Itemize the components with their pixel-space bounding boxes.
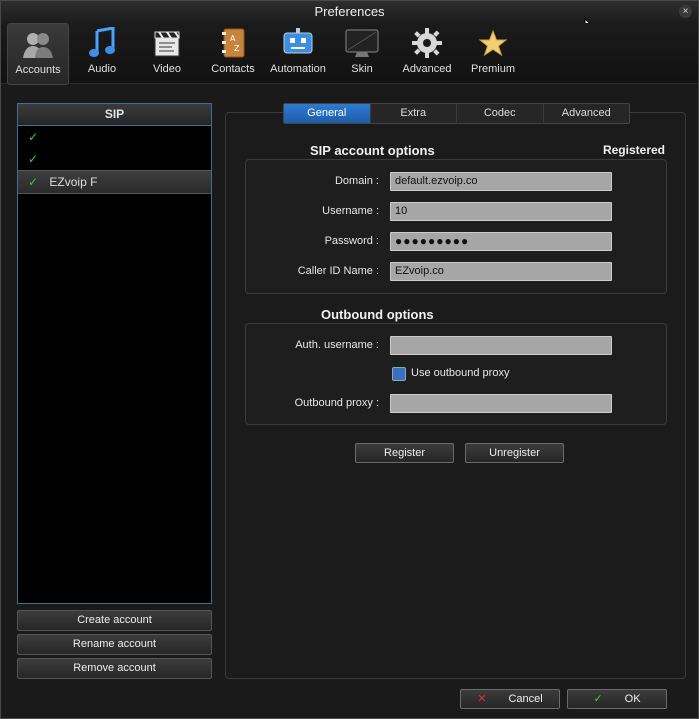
- svg-text:Z: Z: [234, 44, 240, 53]
- toolbar-label: Automation: [270, 63, 326, 75]
- auth-username-label: Auth. username :: [295, 339, 379, 351]
- username-label: Username :: [322, 205, 379, 217]
- accounts-list-panel: SIP ✓ ✓ ✓ EZvoip F: [17, 103, 212, 604]
- tab-general[interactable]: General: [284, 104, 371, 123]
- account-item-selected[interactable]: ✓ EZvoip F: [18, 170, 211, 194]
- accounts-icon: [23, 33, 53, 58]
- svg-text:A: A: [230, 34, 236, 43]
- address-book-icon: A Z: [222, 28, 245, 58]
- accounts-list-header: SIP: [18, 104, 211, 126]
- account-name: EZvoip F: [49, 175, 98, 189]
- check-icon: ✓: [28, 130, 39, 144]
- toolbar-label: Premium: [470, 63, 515, 75]
- use-outbound-proxy-checkbox[interactable]: [392, 367, 406, 381]
- cancel-button[interactable]: ✕ Cancel: [460, 689, 560, 709]
- cancel-label: Cancel: [508, 693, 543, 705]
- gear-icon: [412, 28, 442, 58]
- toolbar-label: Contacts: [211, 63, 255, 75]
- toolbar-accounts[interactable]: Accounts: [7, 23, 69, 85]
- toolbar-automation[interactable]: Automation: [267, 23, 329, 83]
- clapperboard-icon: [154, 31, 180, 57]
- toolbar-label: Audio: [87, 63, 117, 75]
- account-item[interactable]: ✓: [18, 148, 211, 170]
- star-icon: [478, 29, 508, 57]
- preferences-window: Preferences × Accounts Audio Video A Z C…: [0, 0, 699, 719]
- username-field[interactable]: 10: [390, 202, 612, 221]
- music-note-icon: [89, 27, 115, 57]
- toolbar-premium[interactable]: Premium: [467, 23, 519, 83]
- account-item[interactable]: ✓: [18, 126, 211, 148]
- unregister-button[interactable]: Unregister: [465, 443, 564, 463]
- outbound-proxy-label: Outbound proxy :: [294, 397, 379, 409]
- close-icon[interactable]: ×: [679, 5, 692, 18]
- robot-icon: [283, 28, 313, 54]
- window-title: Preferences: [314, 4, 385, 19]
- use-outbound-proxy-label: Use outbound proxy: [411, 367, 510, 379]
- password-field[interactable]: ●●●●●●●●●: [390, 232, 612, 251]
- tab-advanced[interactable]: Advanced: [544, 104, 630, 123]
- toolbar-label: Accounts: [15, 64, 61, 76]
- domain-label: Domain :: [334, 175, 379, 187]
- sip-options-title: SIP account options: [310, 143, 435, 158]
- check-icon: ✓: [28, 152, 39, 166]
- toolbar-label: Video: [153, 63, 181, 75]
- toolbar-audio[interactable]: Audio: [76, 23, 128, 83]
- outbound-options-title: Outbound options: [321, 307, 434, 322]
- register-button[interactable]: Register: [355, 443, 454, 463]
- tab-codec[interactable]: Codec: [457, 104, 544, 123]
- tab-extra[interactable]: Extra: [371, 104, 457, 123]
- remove-account-button[interactable]: Remove account: [17, 658, 212, 679]
- toolbar-contacts[interactable]: A Z Contacts: [207, 23, 259, 83]
- domain-field[interactable]: default.ezvoip.co: [390, 172, 612, 191]
- toolbar-label: Skin: [351, 63, 373, 75]
- toolbar-video[interactable]: Video: [141, 23, 193, 83]
- create-account-button[interactable]: Create account: [17, 610, 212, 631]
- registration-status: Registered: [602, 143, 665, 157]
- caller-id-label: Caller ID Name :: [297, 265, 379, 277]
- caller-id-field[interactable]: EZvoip.co: [390, 262, 612, 281]
- toolbar-advanced[interactable]: Advanced: [399, 23, 455, 83]
- settings-tabs: General Extra Codec Advanced: [283, 103, 630, 124]
- check-icon: ✓: [28, 175, 39, 189]
- rename-account-button[interactable]: Rename account: [17, 634, 212, 655]
- preferences-toolbar: Accounts Audio Video A Z Contacts Automa…: [1, 23, 698, 85]
- monitor-icon: [345, 29, 379, 57]
- password-label: Password :: [324, 235, 379, 247]
- auth-username-field[interactable]: [390, 336, 612, 355]
- cancel-icon: ✕: [477, 693, 487, 705]
- ok-check-icon: ✓: [593, 693, 603, 705]
- outbound-proxy-field[interactable]: [390, 394, 612, 413]
- toolbar-skin[interactable]: Skin: [337, 23, 387, 83]
- toolbar-label: Advanced: [402, 63, 452, 75]
- ok-label: OK: [624, 693, 641, 705]
- ok-button[interactable]: ✓ OK: [567, 689, 667, 709]
